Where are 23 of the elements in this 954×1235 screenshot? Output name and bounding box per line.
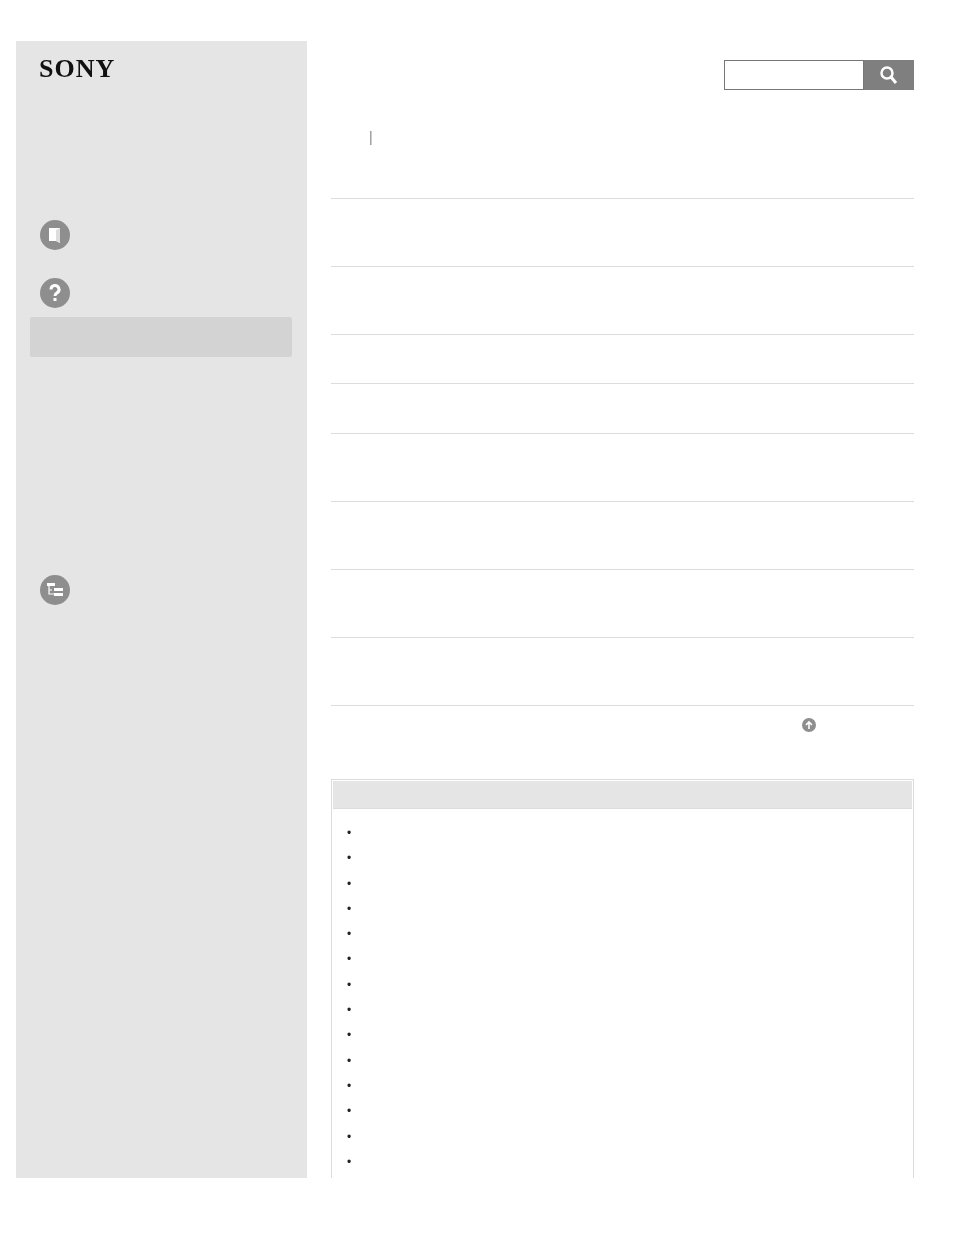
- list-bullet: •: [347, 825, 352, 842]
- list-bullet: •: [347, 1153, 352, 1171]
- question-icon[interactable]: [40, 278, 70, 308]
- list-bullet: •: [347, 1052, 352, 1070]
- list-bullet: •: [347, 875, 352, 893]
- list-bullet: •: [347, 900, 352, 918]
- list-bullet: •: [347, 951, 352, 969]
- list-bullet: •: [347, 976, 352, 994]
- sony-logo[interactable]: SONY: [39, 56, 116, 82]
- tree-icon[interactable]: [40, 575, 70, 605]
- search-icon: [879, 65, 899, 85]
- breadcrumb-separator: |: [369, 129, 373, 146]
- list-bullet: •: [347, 926, 352, 944]
- search-button[interactable]: [864, 60, 914, 90]
- back-to-top-icon[interactable]: [802, 718, 816, 732]
- book-icon[interactable]: [40, 220, 70, 250]
- list-bullet: •: [347, 1103, 352, 1121]
- list-bullet: •: [347, 850, 352, 868]
- list-bullet: •: [347, 1002, 352, 1020]
- list-bullet: •: [347, 1128, 352, 1146]
- list-bullet: •: [347, 1077, 352, 1095]
- search-field[interactable]: [724, 60, 864, 90]
- list-bullet: •: [347, 1027, 352, 1045]
